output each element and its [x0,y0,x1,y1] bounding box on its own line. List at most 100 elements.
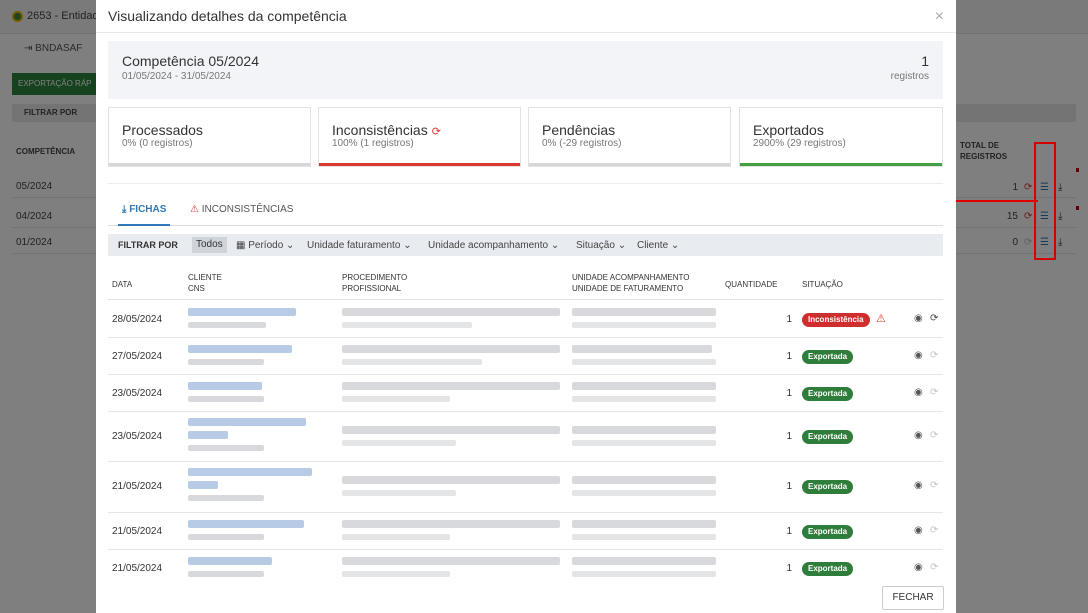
stat-pendencias: Pendências 0% (-29 registros) [528,107,731,167]
table-header: DATA CLIENTE CNS PROCEDIMENTO PROFISSION… [108,270,943,300]
filter-unidade-faturamento[interactable]: Unidade faturamento ⌄ [307,240,412,251]
eye-icon[interactable]: ◉ [914,313,923,324]
tab-fichas[interactable]: ⤓ FICHAS [118,204,171,226]
filter-unidade-acompanhamento[interactable]: Unidade acompanhamento ⌄ [428,240,559,251]
refresh-icon: ⟳ [930,350,939,361]
filter-situacao-label: Situação [576,240,615,251]
redacted-profissional [342,490,456,496]
table-row[interactable]: 21/05/2024 1 Exportada ◉ ⟳ [108,550,943,584]
col-unidade-acomp-label: UNIDADE ACOMPANHAMENTO [572,273,690,282]
competencia-details-modal: Visualizando detalhes da competência × C… [96,0,956,613]
chevron-down-icon: ⌄ [617,240,627,251]
row-date: 28/05/2024 [112,314,163,325]
filter-situacao[interactable]: Situação ⌄ [576,240,626,251]
redacted-cliente[interactable] [188,520,304,528]
table-row[interactable]: 28/05/2024 1 Inconsistência ⚠ ◉ ⟳ [108,301,943,338]
row-date: 23/05/2024 [112,388,163,399]
stat-bar [740,163,942,166]
table-row[interactable]: 21/05/2024 1 Exportada ◉ ⟳ [108,462,943,513]
redacted-unidade-acomp [572,557,716,565]
redacted-cns [188,571,264,577]
status-badge: Exportada [802,480,854,494]
row-date: 21/05/2024 [112,526,163,537]
chevron-down-icon: ⌄ [403,240,412,251]
refresh-icon: ⟳ [930,525,939,536]
refresh-icon[interactable]: ⟳ [930,313,938,324]
tab-fichas-label: FICHAS [129,204,167,215]
redacted-cliente[interactable] [188,418,306,426]
redacted-procedimento [342,382,560,390]
redacted-cliente[interactable] [188,382,262,390]
redacted-procedimento [342,308,560,316]
status-badge: Exportada [802,387,854,401]
redacted-cliente[interactable] [188,468,312,476]
refresh-icon[interactable]: ⟳ [432,126,441,138]
filter-periodo-label: Período [248,240,284,251]
row-date: 21/05/2024 [112,563,163,574]
eye-icon[interactable]: ◉ [914,525,923,536]
col-unidade: UNIDADE ACOMPANHAMENTO UNIDADE DE FATURA… [572,272,690,294]
table-row[interactable]: 23/05/2024 1 Exportada ◉ ⟳ [108,375,943,412]
eye-icon[interactable]: ◉ [914,562,923,573]
stat-title: Exportados [753,122,824,138]
warning-icon: ⚠ [876,313,886,325]
redacted-unidade-fat [572,440,716,446]
stat-bar [529,163,730,166]
competencia-title: Competência 05/2024 [122,53,259,69]
stat-subtitle: 0% (0 registros) [122,138,193,149]
redacted-unidade-acomp [572,382,716,390]
stat-subtitle: 100% (1 registros) [332,138,414,149]
filter-cliente[interactable]: Cliente ⌄ [637,240,679,251]
row-quantity: 1 [786,481,792,492]
eye-icon[interactable]: ◉ [914,387,923,398]
stat-bar [109,163,310,166]
redacted-profissional [342,322,472,328]
col-procedimento: PROCEDIMENTO PROFISSIONAL [342,272,407,294]
redacted-cns [188,322,266,328]
eye-icon[interactable]: ◉ [914,430,923,441]
download-icon: ⤓ [122,204,127,215]
col-cliente-label: CLIENTE [188,273,222,282]
redacted-cliente[interactable] [188,557,272,565]
tab-inconsistencias[interactable]: ⚠ INCONSISTÊNCIAS [190,204,293,226]
redacted-cns [188,534,264,540]
redacted-cns [188,495,264,501]
close-icon[interactable]: × [935,8,944,26]
filter-periodo[interactable]: ▦ Período ⌄ [236,240,294,251]
eye-icon[interactable]: ◉ [914,480,923,491]
competencia-count-label: registros [890,71,929,82]
stat-title: Processados [122,122,203,138]
status-badge: Exportada [802,562,854,576]
filter-unidade-acompanhamento-label: Unidade acompanhamento [428,240,549,251]
table-row[interactable]: 21/05/2024 1 Exportada ◉ ⟳ [108,513,943,550]
redacted-procedimento [342,557,560,565]
row-quantity: 1 [786,526,792,537]
row-quantity: 1 [786,431,792,442]
stat-title: Pendências [542,122,616,138]
redacted-cliente[interactable] [188,345,292,353]
redacted-unidade-fat [572,322,716,328]
refresh-icon: ⟳ [930,430,939,441]
redacted-profissional [342,396,450,402]
filter-label: FILTRAR POR [118,240,178,250]
redacted-profissional [342,440,456,446]
redacted-cliente-line2 [188,431,228,439]
tab-inconsistencias-label: INCONSISTÊNCIAS [201,204,294,215]
stat-processados: Processados 0% (0 registros) [108,107,311,167]
eye-icon[interactable]: ◉ [914,350,923,361]
redacted-cns [188,445,264,451]
redacted-profissional [342,359,482,365]
stat-inconsistencias[interactable]: Inconsistências ⟳ 100% (1 registros) [318,107,521,167]
redacted-unidade-acomp [572,476,716,484]
redacted-unidade-fat [572,490,716,496]
redacted-unidade-fat [572,571,716,577]
filter-todos[interactable]: Todos [192,237,227,253]
table-row[interactable]: 23/05/2024 1 Exportada ◉ ⟳ [108,412,943,462]
stat-subtitle: 0% (-29 registros) [542,138,622,149]
col-cns-label: CNS [188,284,205,293]
filter-unidade-faturamento-label: Unidade faturamento [307,240,401,251]
close-button[interactable]: FECHAR [882,586,944,610]
table-row[interactable]: 27/05/2024 1 Exportada ◉ ⟳ [108,338,943,375]
status-badge: Exportada [802,350,854,364]
redacted-cliente[interactable] [188,308,296,316]
